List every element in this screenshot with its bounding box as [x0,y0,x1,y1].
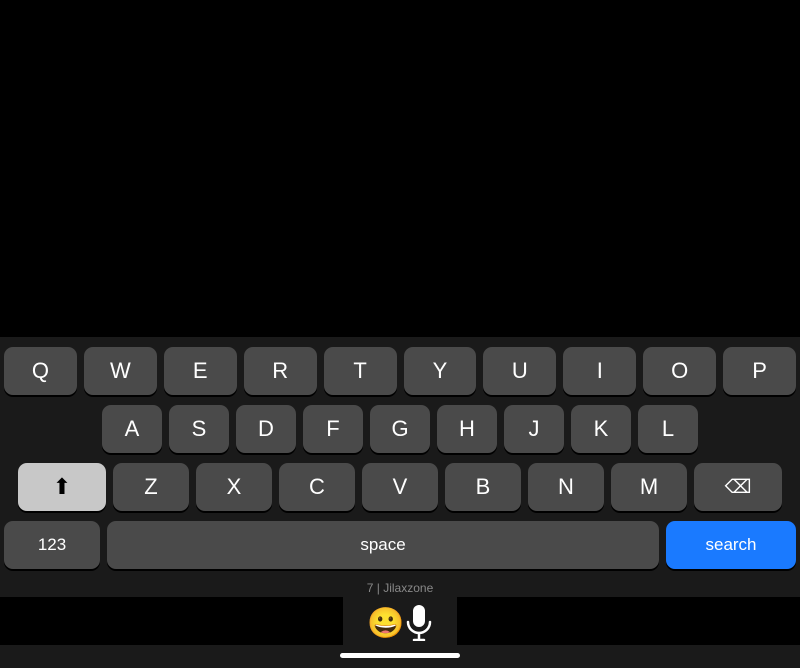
keyboard-row-2: A S D F G H J K L [4,405,796,453]
key-v[interactable]: V [362,463,438,511]
key-s[interactable]: S [169,405,229,453]
key-b[interactable]: B [445,463,521,511]
key-m[interactable]: M [611,463,687,511]
numbers-key[interactable]: 123 [4,521,100,569]
emoji-button[interactable]: 😀 [367,606,404,641]
key-k[interactable]: K [571,405,631,453]
key-j[interactable]: J [504,405,564,453]
key-e[interactable]: E [164,347,237,395]
key-r[interactable]: R [244,347,317,395]
home-bar [340,653,460,658]
key-z[interactable]: Z [113,463,189,511]
keyboard-row-3: ⬆ Z X C V B N M ⌫ [4,463,796,511]
key-p[interactable]: P [723,347,796,395]
emoji-mic-bar: 😀 [343,597,456,645]
shift-icon: ⬆ [53,474,71,500]
key-n[interactable]: N [528,463,604,511]
microphone-button[interactable] [405,605,433,641]
key-u[interactable]: U [483,347,556,395]
key-i[interactable]: I [563,347,636,395]
key-t[interactable]: T [324,347,397,395]
key-q[interactable]: Q [4,347,77,395]
key-y[interactable]: Y [404,347,477,395]
search-key[interactable]: search [666,521,796,569]
home-indicator-bar [0,645,800,668]
key-w[interactable]: W [84,347,157,395]
backspace-key[interactable]: ⌫ [694,463,782,511]
key-h[interactable]: H [437,405,497,453]
keyboard-bottom-row: 123 space search [4,521,796,573]
watermark: 7 | Jilaxzone [0,577,800,597]
backspace-icon: ⌫ [725,476,752,499]
key-o[interactable]: O [643,347,716,395]
key-d[interactable]: D [236,405,296,453]
space-key[interactable]: space [107,521,659,569]
keyboard-row-1: Q W E R T Y U I O P [4,347,796,395]
key-c[interactable]: C [279,463,355,511]
key-a[interactable]: A [102,405,162,453]
key-f[interactable]: F [303,405,363,453]
key-x[interactable]: X [196,463,272,511]
keyboard: Q W E R T Y U I O P A S D F G H J K L ⬆ … [0,337,800,577]
key-l[interactable]: L [638,405,698,453]
shift-key[interactable]: ⬆ [18,463,106,511]
key-g[interactable]: G [370,405,430,453]
